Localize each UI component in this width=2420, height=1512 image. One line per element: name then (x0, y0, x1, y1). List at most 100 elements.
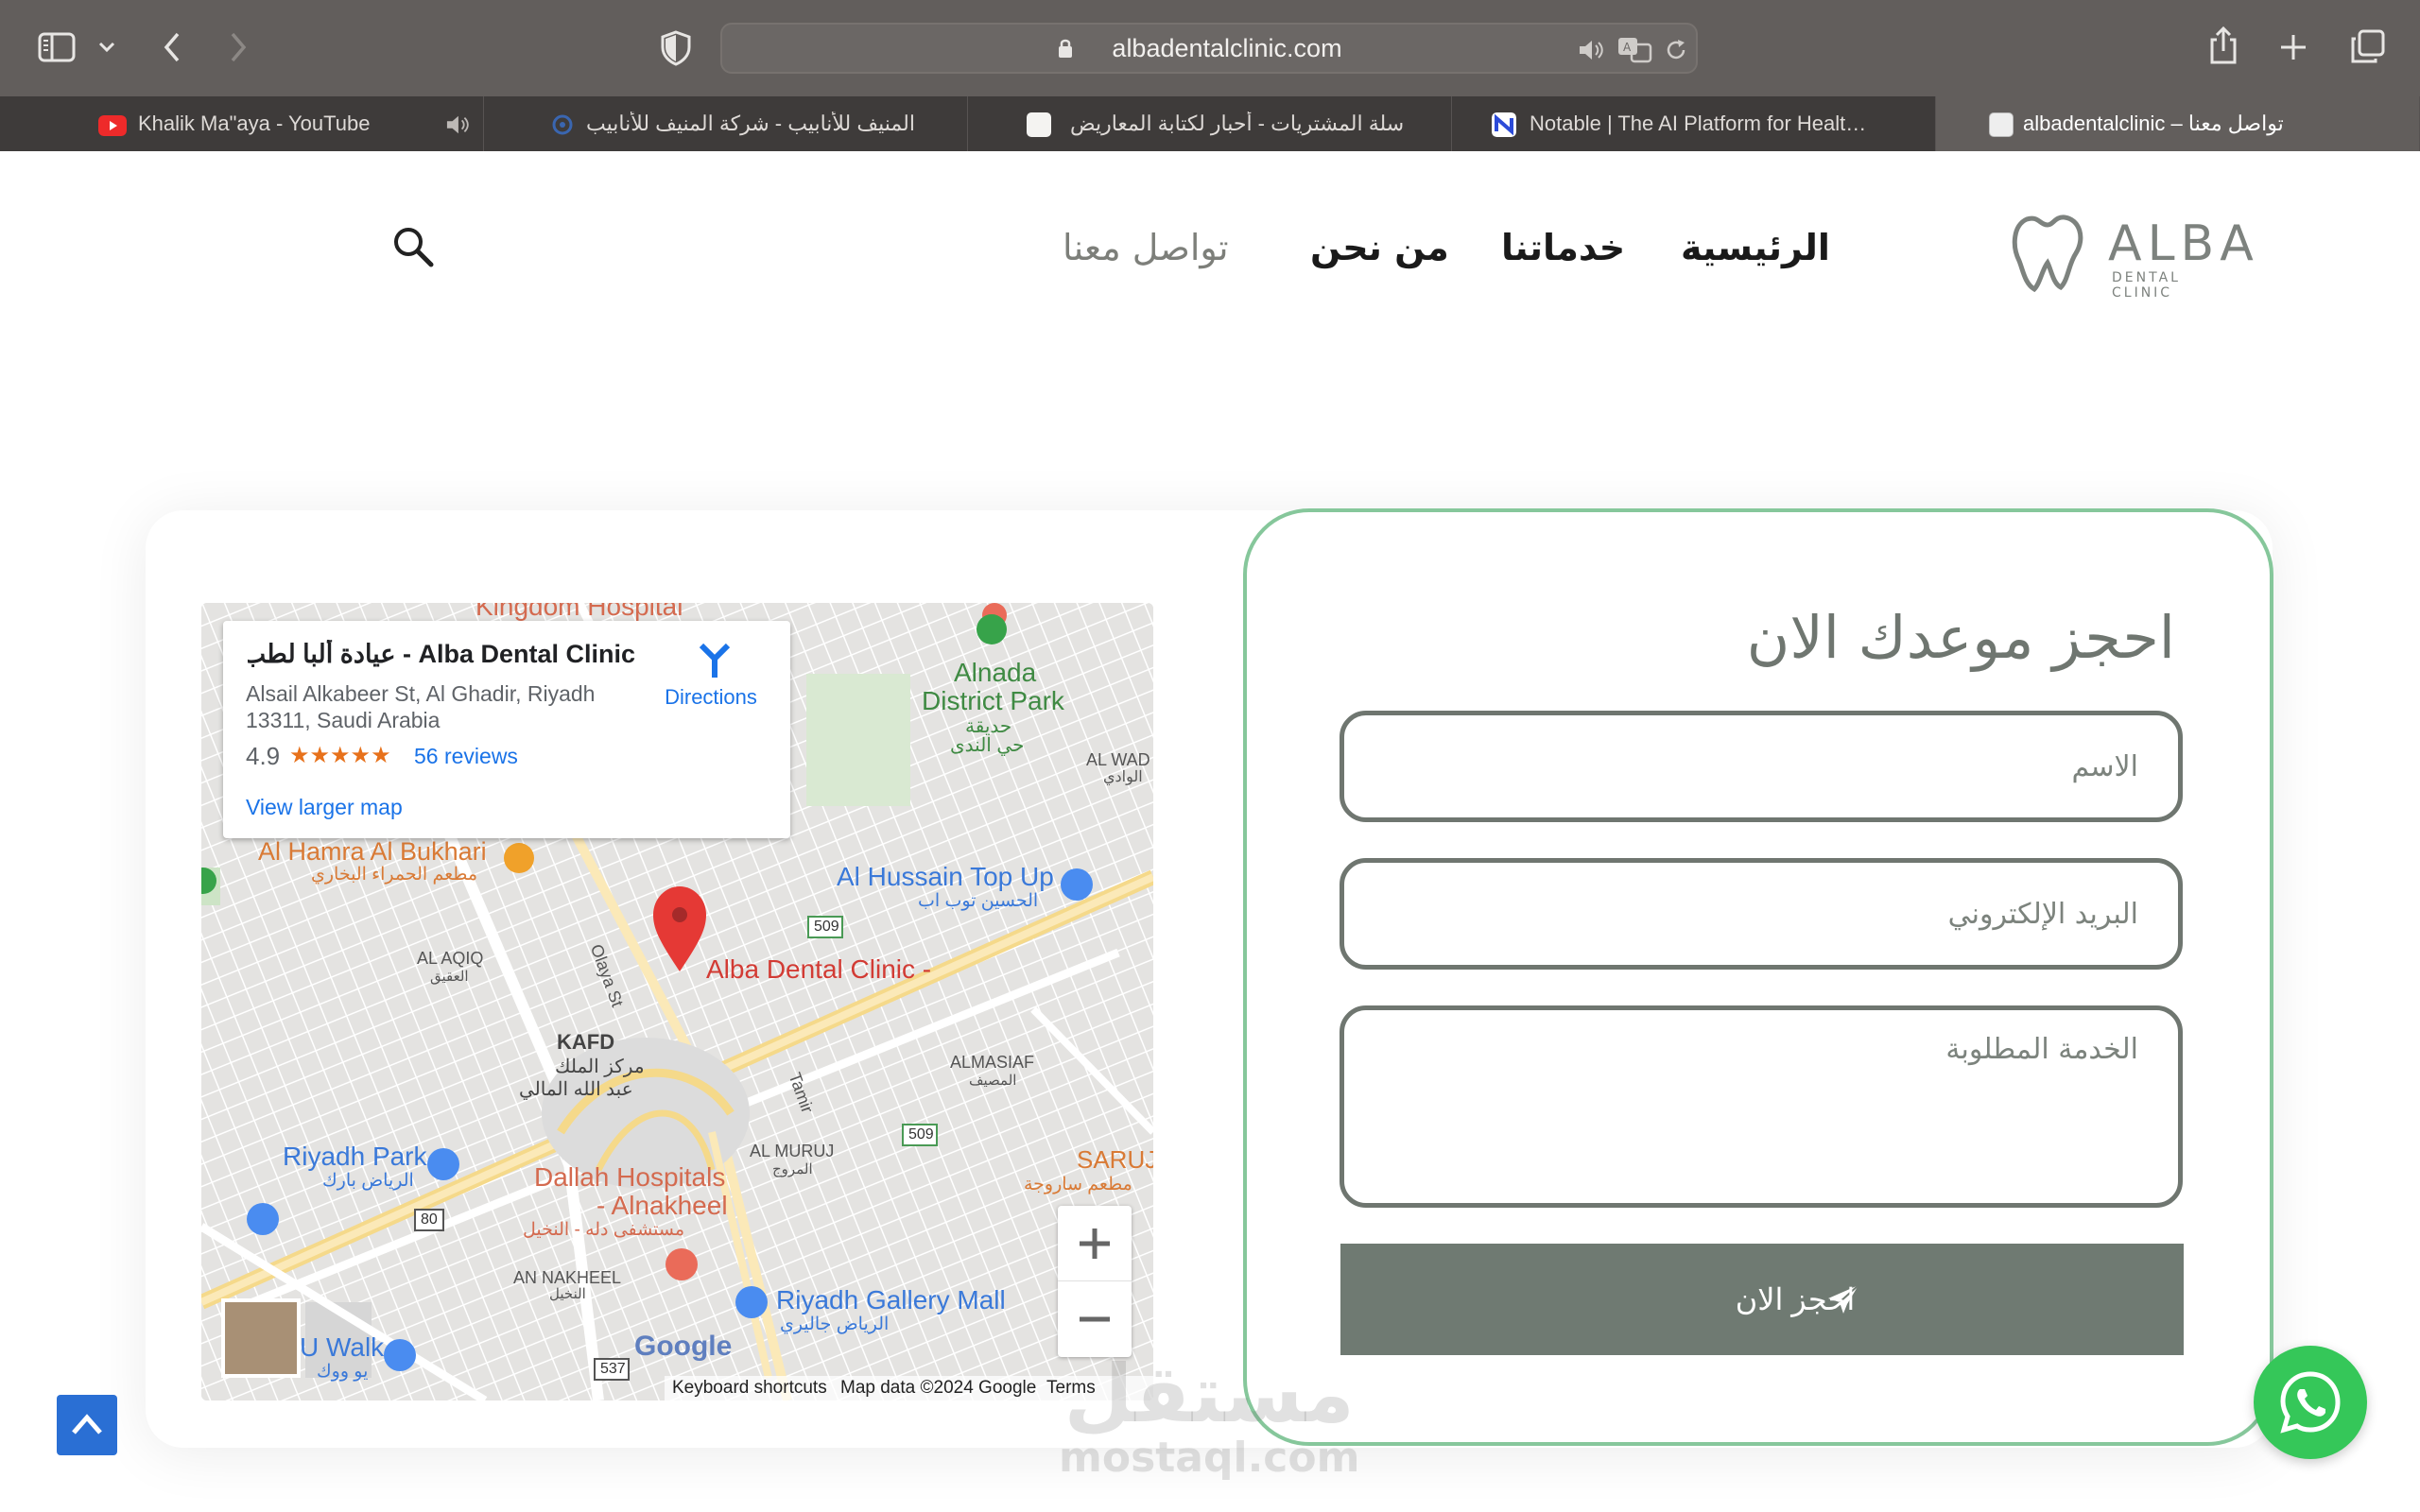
map-label: Riyadh Park (283, 1142, 427, 1171)
form-title: احجز موعدك الان (1746, 603, 2175, 672)
map-label: مطعم ساروجة (1024, 1175, 1132, 1194)
service-textarea[interactable] (1340, 1005, 2183, 1208)
share-icon[interactable] (2208, 25, 2238, 66)
map-label: Al Hussain Top Up (837, 862, 1054, 891)
sidebar-toggle-icon[interactable] (38, 32, 76, 62)
scroll-to-top-button[interactable] (57, 1395, 117, 1455)
place-address-2: 13311, Saudi Arabia (246, 708, 441, 732)
tab-title: سلة المشتريات - أحبار لكتابة المعاريض (1070, 112, 1405, 135)
map-label: الحسين توب اب (918, 891, 1039, 911)
nav-about[interactable]: من نحن (1310, 227, 1449, 268)
map-label: District Park (922, 686, 1064, 715)
back-icon[interactable] (161, 30, 183, 64)
tab-title: Khalik Ma"aya - YouTube (138, 112, 371, 135)
map-label: Al Hamra Al Bukhari (258, 837, 487, 866)
search-icon[interactable] (391, 225, 437, 270)
watermark-arabic: مستقل (1063, 1348, 1355, 1440)
notable-icon (1492, 112, 1516, 137)
browser-toolbar: albadentalclinic.com A (0, 0, 2420, 96)
zoom-out-button[interactable] (1058, 1281, 1132, 1357)
reload-icon[interactable] (1664, 38, 1688, 62)
map-label: الرياض جاليري (780, 1314, 890, 1334)
directions-icon (699, 643, 731, 678)
reviews-link[interactable]: 56 reviews (414, 744, 518, 769)
zoom-in-button[interactable] (1058, 1206, 1132, 1281)
tab-ahbar[interactable]: سلة المشتريات - أحبار لكتابة المعاريض (968, 96, 1452, 151)
map-label: المروج (772, 1161, 813, 1177)
rating-stars: ★★★★★ (289, 743, 391, 768)
directions-button[interactable]: Directions (654, 642, 768, 717)
map-label: AL MURUJ (750, 1142, 835, 1160)
almunif-icon (552, 114, 573, 135)
map-label: الوادي (1103, 769, 1143, 785)
map-label: النخيل (549, 1286, 586, 1302)
plus-icon (1080, 1228, 1110, 1259)
map-label: مستشفى دله - النخيل (523, 1220, 685, 1240)
tab-alba-contact[interactable]: albadentalclinic – تواصل معنا (1936, 96, 2420, 151)
tooth-logo-icon (2012, 215, 2083, 293)
map-label: Kingdom Hospital (475, 603, 683, 621)
booking-form: احجز موعدك الان احجز الان (1243, 508, 2273, 1446)
privacy-shield-icon[interactable] (660, 30, 692, 66)
google-logo: Google (634, 1331, 733, 1362)
route-label: 80 (421, 1211, 438, 1228)
map-label: Riyadh Gallery Mall (776, 1285, 1006, 1314)
minus-icon (1080, 1316, 1110, 1322)
speaker-icon[interactable] (1577, 38, 1605, 62)
tab-title: Notable | The AI Platform for Healt… (1530, 112, 1867, 135)
place-rating: 4.9 (246, 742, 281, 770)
whatsapp-button[interactable] (2254, 1346, 2367, 1459)
place-name: Alba Dental Clinic - عيادة ألبا لطب … (248, 640, 635, 668)
tab-bar: Khalik Ma"aya - YouTube المنيف للأنابيب … (0, 96, 2420, 151)
tab-notable[interactable]: Notable | The AI Platform for Healt… (1452, 96, 1936, 151)
map-label: AL AQIQ (417, 949, 484, 968)
alba-logo[interactable]: ALBA DENTAL CLINIC (2010, 208, 2254, 301)
nav-services[interactable]: خدماتنا (1501, 227, 1625, 268)
map-label: KAFD (557, 1030, 615, 1054)
map-label: ALMASIAF (950, 1053, 1035, 1072)
map-info-card: Alba Dental Clinic - عيادة ألبا لطب … Al… (223, 621, 790, 838)
route-label: 509 (908, 1126, 934, 1143)
alba-icon (1989, 112, 2014, 137)
tab-youtube[interactable]: Khalik Ma"aya - YouTube (0, 96, 484, 151)
tab-almunif[interactable]: المنيف للأنابيب - شركة المنيف للأنابيب (484, 96, 968, 151)
map-label: - Alnakheel (596, 1191, 728, 1220)
watermark: مستقل mostaql.com (1059, 1351, 1359, 1480)
map-label: العقيق (430, 969, 469, 985)
google-map[interactable]: Kingdom Hospital Alnada District Park حد… (201, 603, 1153, 1400)
url-text: albadentalclinic.com (1112, 34, 1342, 62)
map-label: الرياض بارك (322, 1171, 414, 1191)
map-label: يو ووك (317, 1362, 369, 1382)
chevron-down-icon[interactable] (98, 41, 115, 54)
new-tab-icon[interactable] (2278, 32, 2308, 62)
book-now-button[interactable]: احجز الان (1340, 1244, 2184, 1355)
map-label: المصيف (969, 1073, 1017, 1089)
tab-overview-icon[interactable] (2348, 28, 2386, 66)
map-label: Alnada (954, 658, 1037, 687)
route-label: 509 (814, 919, 839, 935)
forward-icon[interactable] (227, 30, 250, 64)
directions-label: Directions (665, 685, 757, 709)
map-label: Dallah Hospitals (534, 1162, 726, 1192)
nav-contact[interactable]: تواصل معنا (1063, 227, 1229, 268)
email-input[interactable] (1340, 858, 2183, 970)
map-label: SARUJ (1077, 1145, 1153, 1174)
view-larger-map-link[interactable]: View larger map (246, 795, 403, 820)
name-input[interactable] (1340, 711, 2183, 822)
nav-home[interactable]: الرئيسية (1681, 227, 1830, 268)
map-zoom-controls (1058, 1206, 1132, 1357)
svg-text:A: A (1623, 41, 1632, 54)
keyboard-shortcuts-link[interactable]: Keyboard shortcuts (672, 1378, 827, 1399)
ahbar-icon (1027, 112, 1051, 137)
route-label: 537 (600, 1361, 626, 1377)
chevron-up-icon (72, 1414, 102, 1435)
tab-title: المنيف للأنابيب - شركة المنيف للأنابيب (586, 112, 915, 135)
map-data-text: Map data ©2024 Google (840, 1378, 1037, 1398)
map-label: عبد الله المالي (519, 1079, 633, 1100)
translate-icon[interactable]: A (1616, 36, 1654, 64)
youtube-icon (98, 115, 127, 136)
speaker-icon[interactable] (444, 113, 471, 136)
logo-subtext: DENTAL CLINIC (2112, 270, 2181, 301)
address-bar[interactable]: albadentalclinic.com A (720, 23, 1698, 74)
map-marker-label: Alba Dental Clinic - (706, 954, 932, 984)
